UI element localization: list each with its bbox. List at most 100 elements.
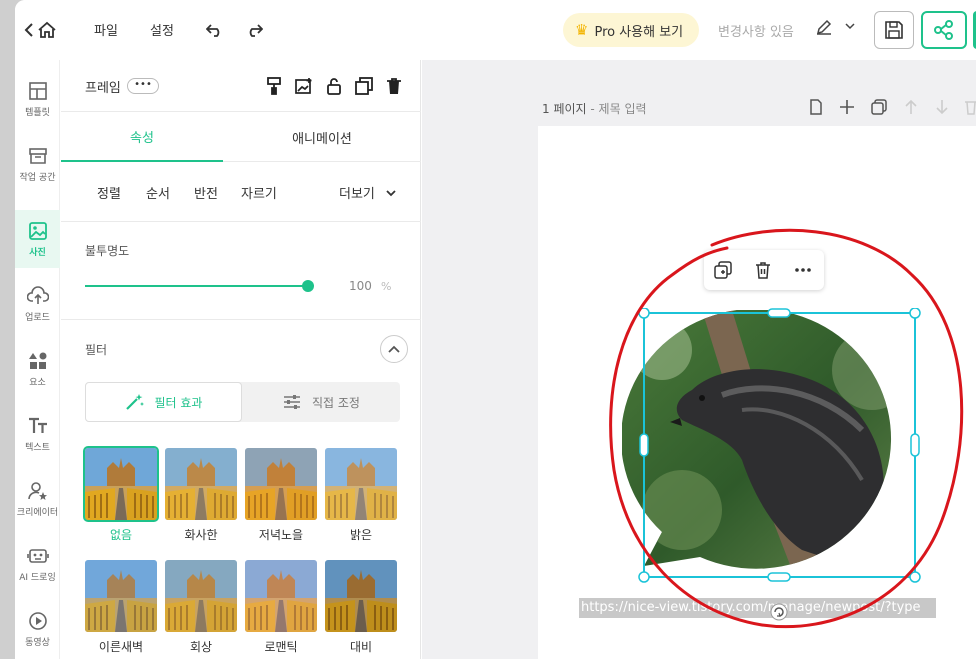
archive-icon bbox=[28, 147, 47, 164]
copy-element-icon[interactable] bbox=[713, 260, 733, 280]
duplicate-page-icon[interactable] bbox=[870, 98, 888, 116]
page-title: 1 페이지 - 제목 입력 bbox=[542, 100, 647, 117]
filter-thumbnail[interactable] bbox=[85, 560, 157, 632]
arrow-down-icon[interactable] bbox=[933, 98, 951, 116]
nav-label: 요소 bbox=[29, 377, 46, 388]
pen-icon[interactable] bbox=[815, 18, 833, 40]
tab-animation[interactable]: 애니메이션 bbox=[241, 112, 403, 162]
filter-thumbnail[interactable] bbox=[325, 448, 397, 520]
filter-name: 로맨틱 bbox=[264, 640, 298, 654]
opacity-section: 불투명도 100 % bbox=[61, 222, 421, 320]
opacity-slider-handle[interactable] bbox=[302, 280, 314, 292]
image-replace-icon[interactable] bbox=[294, 76, 314, 96]
nav-label: 작업 공간 bbox=[19, 172, 56, 183]
nav-item-upload[interactable]: 업로드 bbox=[15, 275, 60, 333]
page-file-icon[interactable] bbox=[807, 98, 825, 116]
arrange-tools: 정렬 순서 반전 자르기 더보기 bbox=[61, 162, 421, 222]
opacity-unit: % bbox=[381, 280, 392, 293]
menu-settings[interactable]: 설정 bbox=[150, 20, 174, 39]
rotate-icon[interactable] bbox=[769, 602, 789, 622]
filter-mode-switch: 필터 효과 직접 조정 bbox=[85, 382, 400, 422]
filter-effects-label: 필터 효과 bbox=[154, 395, 203, 410]
page-separator: - bbox=[586, 102, 599, 116]
share-button[interactable] bbox=[921, 11, 967, 49]
page-title-input[interactable]: 제목 입력 bbox=[599, 102, 647, 116]
flip-button[interactable]: 반전 bbox=[194, 183, 218, 202]
editor-app: 파일 설정 ♛ Pro 사용해 보기 변경사항 있음 템플릿 작업 공간 사진 … bbox=[15, 0, 976, 659]
properties-panel: 프레임 ••• 속성 애니메이션 정렬 순서 반전 자르기 더보기 불투명도 1… bbox=[61, 60, 421, 659]
align-button[interactable]: 정렬 bbox=[97, 183, 121, 202]
selection-box[interactable] bbox=[632, 308, 922, 588]
nav-item-text[interactable]: 텍스트 bbox=[15, 405, 60, 463]
filter-thumbnail[interactable] bbox=[165, 560, 237, 632]
paint-roller-icon[interactable] bbox=[264, 76, 284, 96]
photo-icon bbox=[28, 221, 47, 240]
nav-label: 동영상 bbox=[25, 637, 50, 648]
add-page-icon[interactable] bbox=[838, 98, 856, 116]
menu-file[interactable]: 파일 bbox=[94, 20, 118, 39]
filter-thumbnail[interactable] bbox=[245, 448, 317, 520]
filter-name: 대비 bbox=[349, 640, 373, 654]
chevron-down-icon[interactable] bbox=[845, 22, 855, 33]
filter-name: 밝은 bbox=[349, 528, 373, 542]
opacity-slider-track[interactable] bbox=[85, 285, 309, 287]
manual-adjust-label: 직접 조정 bbox=[312, 395, 360, 410]
nav-label: 사진 bbox=[29, 247, 46, 258]
magic-wand-icon bbox=[125, 394, 144, 410]
order-button[interactable]: 순서 bbox=[146, 183, 170, 202]
home-icon[interactable] bbox=[33, 16, 61, 44]
unsaved-changes-status: 변경사항 있음 bbox=[718, 25, 794, 40]
layout-icon bbox=[28, 81, 47, 100]
tab-properties[interactable]: 속성 bbox=[61, 112, 223, 162]
object-toolbar bbox=[704, 250, 824, 290]
more-options-icon[interactable] bbox=[793, 260, 813, 280]
nav-item-workspace[interactable]: 작업 공간 bbox=[15, 135, 60, 193]
trash-icon[interactable] bbox=[384, 76, 404, 96]
play-icon bbox=[28, 611, 47, 630]
nav-item-ai-drawing[interactable]: AI 드로잉 bbox=[15, 535, 60, 593]
opacity-label: 불투명도 bbox=[85, 244, 130, 258]
filter-thumbnail[interactable] bbox=[325, 560, 397, 632]
share-icon bbox=[934, 20, 953, 40]
crown-icon: ♛ bbox=[575, 21, 589, 39]
delete-element-icon[interactable] bbox=[753, 260, 773, 280]
filter-name: 이른새벽 bbox=[98, 640, 144, 654]
page-number: 1 페이지 bbox=[542, 102, 587, 116]
nav-label: 텍스트 bbox=[25, 442, 50, 453]
filter-thumbnail[interactable] bbox=[165, 448, 237, 520]
pro-trial-button[interactable]: ♛ Pro 사용해 보기 bbox=[563, 13, 700, 47]
filter-thumbnail[interactable] bbox=[245, 560, 317, 632]
nav-item-creator[interactable]: 크리에이터 bbox=[15, 470, 60, 528]
arrow-up-icon[interactable] bbox=[902, 98, 920, 116]
manual-adjust-tab[interactable]: 직접 조정 bbox=[242, 382, 400, 422]
nav-item-video[interactable]: 동영상 bbox=[15, 600, 60, 658]
frame-label: 프레임 bbox=[85, 81, 121, 96]
nav-item-photos[interactable]: 사진 bbox=[15, 210, 60, 268]
filter-effects-tab[interactable]: 필터 효과 bbox=[85, 382, 242, 422]
redo-icon[interactable] bbox=[240, 16, 268, 44]
sliders-icon bbox=[284, 395, 300, 409]
more-menu-label: 더보기 bbox=[339, 187, 375, 202]
filter-thumbnail[interactable] bbox=[83, 446, 159, 522]
opacity-value[interactable]: 100 bbox=[349, 279, 372, 293]
more-menu-button[interactable]: 더보기 bbox=[339, 183, 397, 202]
duplicate-icon[interactable] bbox=[354, 76, 374, 96]
undo-icon[interactable] bbox=[201, 16, 229, 44]
frame-more-button[interactable]: ••• bbox=[127, 78, 159, 94]
filter-name: 화사한 bbox=[184, 528, 218, 542]
text-icon bbox=[28, 417, 47, 433]
nav-item-elements[interactable]: 요소 bbox=[15, 340, 60, 398]
unlock-icon[interactable] bbox=[324, 76, 344, 96]
crop-button[interactable]: 자르기 bbox=[241, 183, 277, 202]
filter-name: 저녁노을 bbox=[258, 528, 304, 542]
delete-page-icon[interactable] bbox=[962, 98, 976, 116]
creator-icon bbox=[27, 481, 47, 500]
save-button[interactable] bbox=[874, 11, 914, 49]
nav-item-templates[interactable]: 템플릿 bbox=[15, 70, 60, 128]
pro-trial-label: Pro 사용해 보기 bbox=[594, 24, 684, 40]
canvas-workspace: 1 페이지 - 제목 입력 https://nice-view.tistory.… bbox=[422, 60, 976, 659]
shapes-icon bbox=[28, 352, 46, 369]
filter-collapse-button[interactable] bbox=[380, 335, 408, 363]
filter-label: 필터 bbox=[85, 343, 108, 357]
url-text-element[interactable]: https://nice-view.tistory.com/manage/new… bbox=[579, 598, 936, 618]
